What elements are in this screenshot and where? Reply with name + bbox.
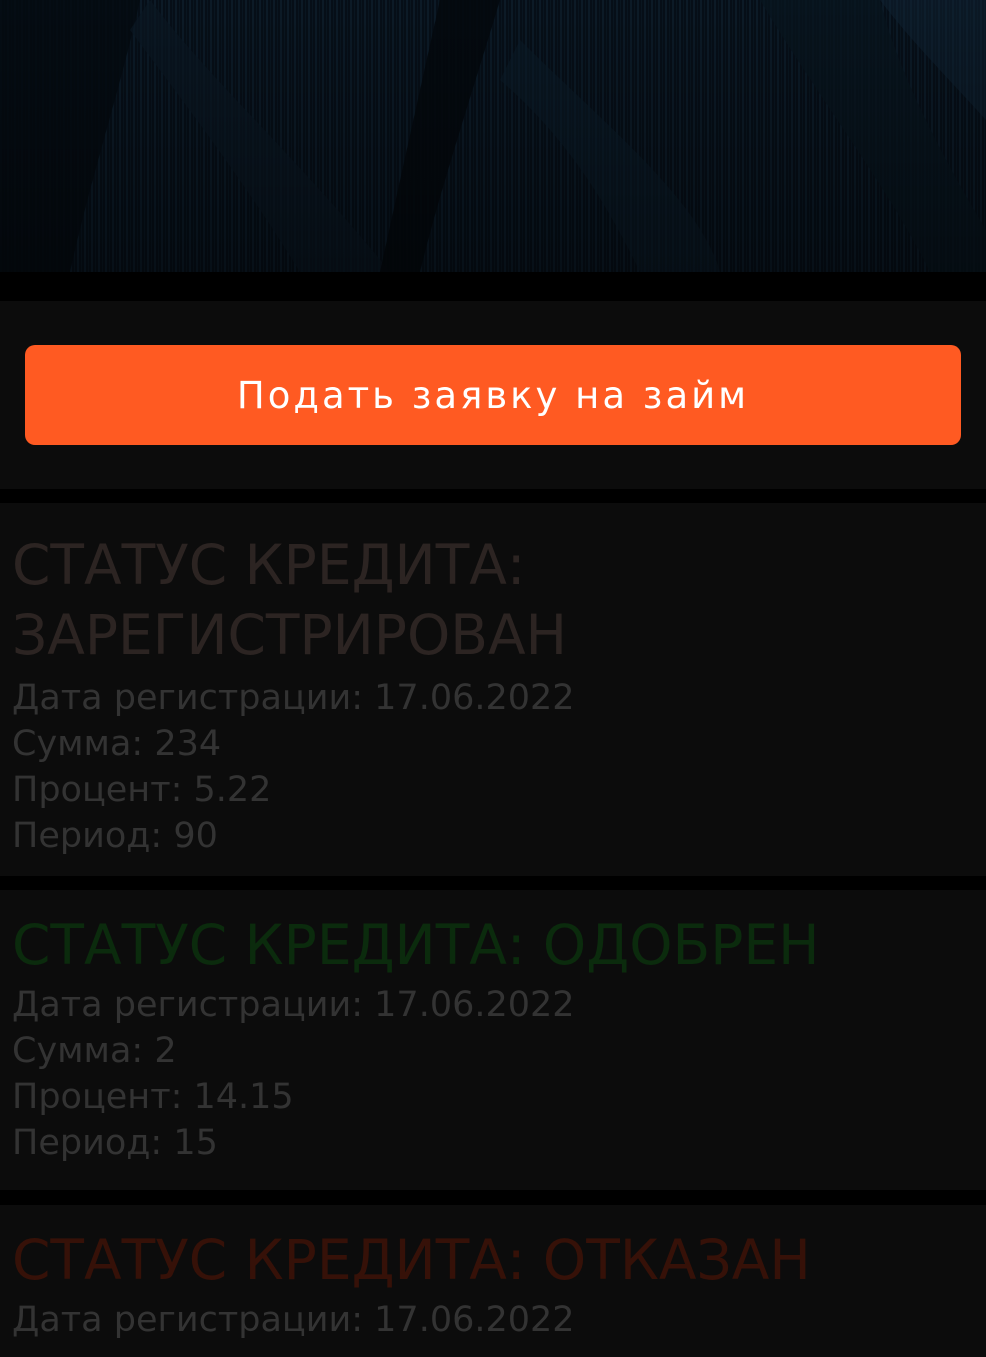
hero-background-image xyxy=(0,0,986,272)
loan-status: СТАТУС КРЕДИТА: ОТКАЗАН xyxy=(12,1228,811,1292)
loan-card[interactable]: СТАТУС КРЕДИТА: ОТКАЗАН Дата регистрации… xyxy=(0,1205,986,1357)
apply-for-loan-button[interactable]: Подать заявку на займ xyxy=(25,345,961,445)
loan-period: Период: 15 xyxy=(12,1123,218,1163)
loan-registration-date: Дата регистрации: 17.06.2022 xyxy=(12,678,575,718)
loan-amount: Сумма: 2 xyxy=(12,1031,177,1071)
loan-details: Дата регистрации: 17.06.2022 xyxy=(0,1297,986,1343)
section-divider xyxy=(0,272,986,301)
loan-percent: Процент: 14.15 xyxy=(12,1077,294,1117)
loan-status: СТАТУС КРЕДИТА: ЗАРЕГИСТРИРОВАН xyxy=(12,533,567,667)
loan-registration-date: Дата регистрации: 17.06.2022 xyxy=(12,985,575,1025)
loan-status: СТАТУС КРЕДИТА: ОДОБРЕН xyxy=(12,913,820,977)
loan-details: Дата регистрации: 17.06.2022 Сумма: 234 … xyxy=(0,675,986,859)
apply-panel: Подать заявку на займ xyxy=(0,301,986,489)
loan-card[interactable]: СТАТУС КРЕДИТА: ОДОБРЕН Дата регистрации… xyxy=(0,890,986,1190)
loan-period: Период: 90 xyxy=(12,816,218,856)
loan-details: Дата регистрации: 17.06.2022 Сумма: 2 Пр… xyxy=(0,982,986,1166)
loan-percent: Процент: 5.22 xyxy=(12,770,272,810)
loan-amount: Сумма: 234 xyxy=(12,724,222,764)
loan-registration-date: Дата регистрации: 17.06.2022 xyxy=(12,1300,575,1340)
loan-card[interactable]: СТАТУС КРЕДИТА: ЗАРЕГИСТРИРОВАН Дата рег… xyxy=(0,503,986,876)
